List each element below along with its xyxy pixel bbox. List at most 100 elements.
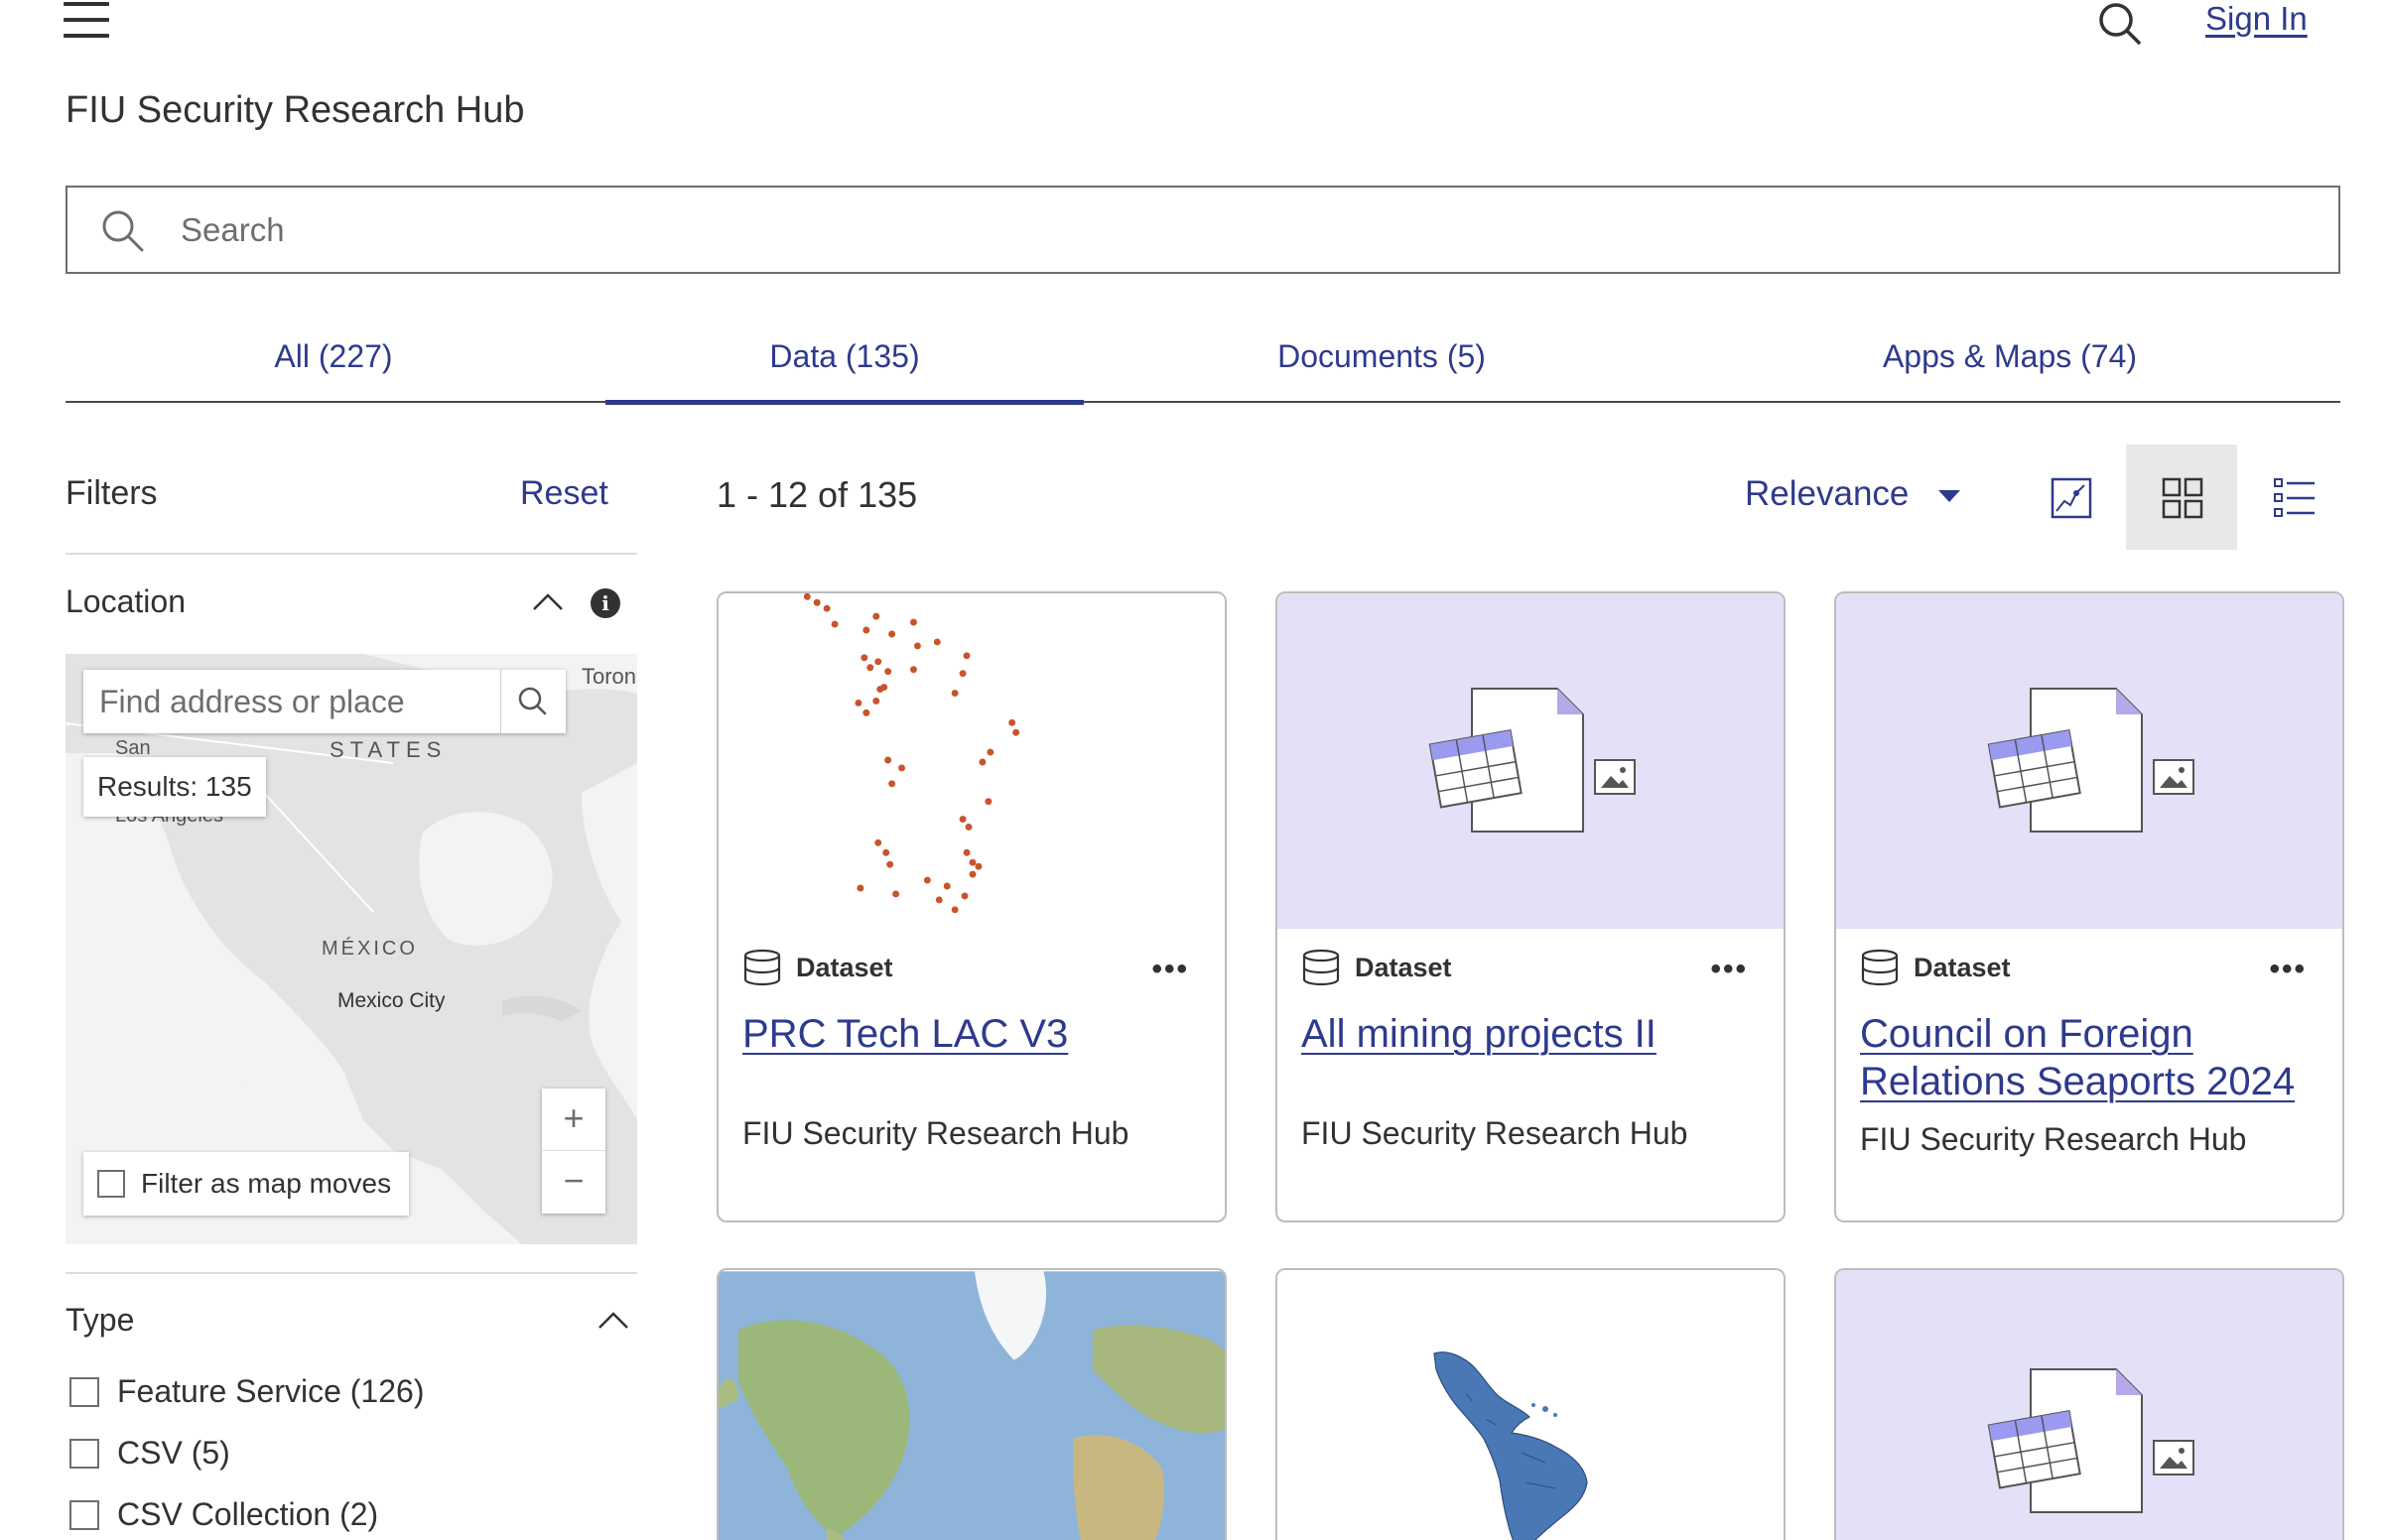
world-map-thumbnail[interactable] <box>719 1270 1225 1540</box>
more-icon[interactable]: ••• <box>1151 953 1189 986</box>
checkbox[interactable] <box>69 1438 99 1469</box>
card-title[interactable]: Council on Foreign Relations Seaports 20… <box>1860 1010 2326 1105</box>
card-source: FIU Security Research Hub <box>1860 1121 2247 1157</box>
database-icon <box>1302 949 1340 986</box>
map-dot <box>951 906 959 914</box>
map-dot <box>913 642 921 650</box>
card-title[interactable]: PRC Tech LAC V3 <box>742 1010 1209 1058</box>
type-option-label: CSV (5) <box>117 1435 230 1471</box>
map-dot <box>803 593 811 600</box>
thumbnail[interactable] <box>1277 1270 1784 1540</box>
map-search-input[interactable] <box>83 670 500 733</box>
type-option-feature-service[interactable]: Feature Service (126) <box>69 1373 424 1410</box>
map-dot <box>884 668 892 676</box>
search-icon <box>518 687 547 715</box>
result-card[interactable] <box>1275 1268 1786 1540</box>
more-icon[interactable]: ••• <box>1710 953 1748 986</box>
type-option-csv-collection[interactable]: CSV Collection (2) <box>69 1496 378 1533</box>
map-label-states: STATES <box>330 737 448 762</box>
map-dot <box>874 838 882 846</box>
list-view-icon <box>2274 478 2315 517</box>
map-dot <box>965 824 973 831</box>
map-label-toronto: Toron <box>582 664 637 689</box>
search-box[interactable] <box>66 186 2340 274</box>
card-meta: Dataset <box>742 949 893 986</box>
map-search-box[interactable] <box>83 670 566 733</box>
card-source: FIU Security Research Hub <box>1301 1115 1688 1151</box>
map-dot <box>892 890 900 898</box>
map-dot <box>979 758 987 766</box>
chevron-up-icon[interactable] <box>530 585 566 615</box>
map-dot <box>959 670 967 678</box>
map-dot <box>909 666 917 674</box>
zoom-in-button[interactable]: + <box>542 1089 605 1151</box>
map-dot <box>969 858 977 866</box>
map-dot <box>961 892 969 900</box>
map-view-button[interactable] <box>2015 445 2126 550</box>
result-card[interactable] <box>717 1268 1227 1540</box>
reset-button[interactable]: Reset <box>520 474 608 513</box>
tab-data[interactable]: Data (135) <box>605 327 1084 405</box>
thumbnail[interactable] <box>1277 593 1784 929</box>
tab-bar: All (227) Data (135) Documents (5) Apps … <box>66 327 2340 405</box>
map-dot <box>823 604 831 612</box>
map-dot <box>1012 728 1020 736</box>
search-input[interactable] <box>181 188 2315 272</box>
checkbox[interactable] <box>69 1499 99 1530</box>
more-icon[interactable]: ••• <box>2269 953 2307 986</box>
map-dot <box>963 652 971 660</box>
map-dot <box>909 618 917 626</box>
thumbnail[interactable] <box>1836 593 2342 929</box>
info-icon[interactable]: i <box>591 588 620 618</box>
map-dot <box>831 620 839 628</box>
result-card[interactable]: Dataset ••• PRC Tech LAC V3 FIU Security… <box>717 591 1227 1222</box>
map-dot <box>882 848 890 856</box>
chevron-up-icon[interactable] <box>596 1304 631 1334</box>
location-map[interactable]: Toron STATES San Los Angeles MÉXICO Mexi… <box>66 654 637 1244</box>
map-view-icon <box>2051 477 2092 519</box>
tab-apps-maps[interactable]: Apps & Maps (74) <box>1679 327 2340 403</box>
map-dot <box>872 612 880 620</box>
header-search-button[interactable] <box>2092 0 2148 50</box>
map-dot <box>862 708 870 716</box>
thumbnail[interactable] <box>1836 1270 2342 1540</box>
checkbox[interactable] <box>69 1376 99 1407</box>
map-dot <box>933 638 941 646</box>
list-view-button[interactable] <box>2237 445 2348 550</box>
card-meta: Dataset <box>1301 949 1452 986</box>
site-title: FIU Security Research Hub <box>66 89 525 131</box>
map-dot <box>987 748 994 756</box>
caret-down-icon <box>1938 490 1961 502</box>
map-dot <box>923 876 931 884</box>
tab-all[interactable]: All (227) <box>66 327 601 403</box>
zoom-out-button[interactable]: − <box>542 1151 605 1214</box>
card-type-label: Dataset <box>1355 952 1452 982</box>
type-option-label: CSV Collection (2) <box>117 1496 379 1532</box>
map-dot <box>935 896 943 904</box>
card-title[interactable]: All mining projects II <box>1301 1010 1768 1058</box>
database-icon <box>743 949 781 986</box>
dot-map-thumbnail[interactable] <box>719 593 1225 929</box>
filter-as-map-moves-toggle[interactable]: Filter as map moves <box>83 1152 410 1216</box>
map-dot <box>969 870 977 878</box>
result-card[interactable] <box>1834 1268 2344 1540</box>
result-card[interactable]: Dataset ••• Council on Foreign Relations… <box>1834 591 2344 1222</box>
map-dot <box>975 862 983 870</box>
sign-in-link[interactable]: Sign In <box>2205 0 2308 38</box>
search-icon <box>102 210 144 252</box>
tab-documents[interactable]: Documents (5) <box>1084 327 1679 403</box>
map-dot <box>866 664 874 672</box>
map-dot <box>862 626 870 634</box>
filter-as-map-moves-checkbox[interactable] <box>97 1170 125 1198</box>
map-dot <box>963 848 971 856</box>
map-search-button[interactable] <box>500 670 566 733</box>
card-source: FIU Security Research Hub <box>742 1115 1129 1151</box>
menu-icon[interactable] <box>64 0 111 44</box>
result-card[interactable]: Dataset ••• All mining projects II FIU S… <box>1275 591 1786 1222</box>
grid-view-icon <box>2162 477 2203 519</box>
sort-select[interactable]: Relevance <box>1745 474 1961 514</box>
card-meta: Dataset <box>1860 949 2011 986</box>
type-option-csv[interactable]: CSV (5) <box>69 1435 230 1472</box>
type-option-label: Feature Service (126) <box>117 1373 425 1409</box>
grid-view-button[interactable] <box>2126 445 2237 550</box>
